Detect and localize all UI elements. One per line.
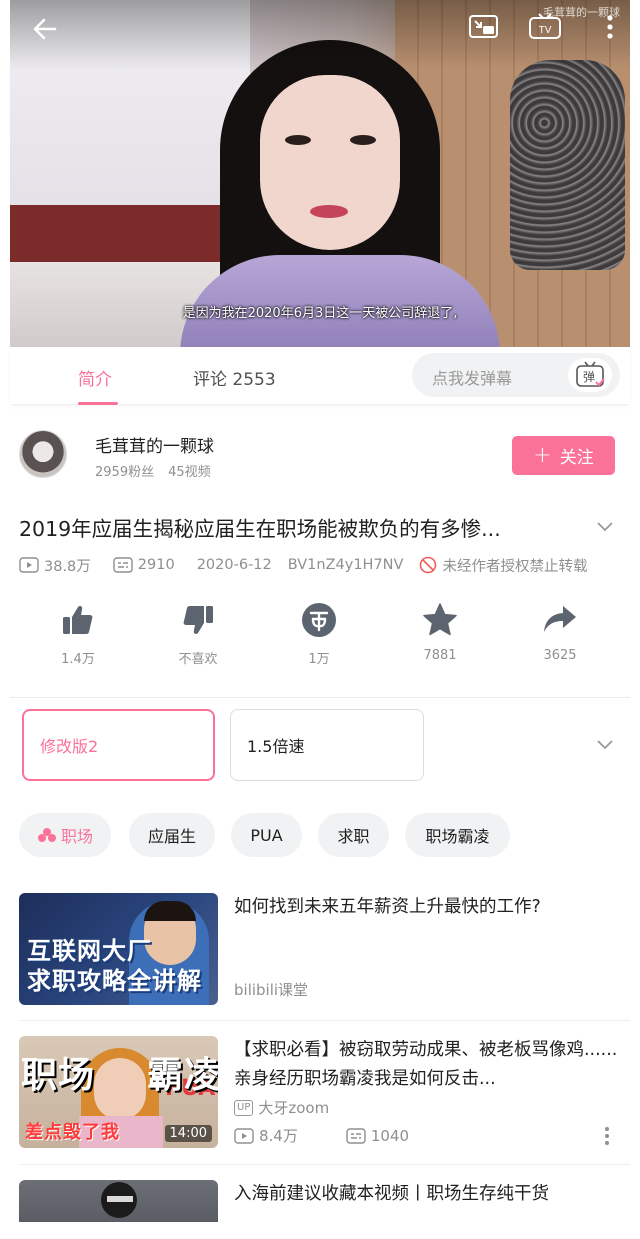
episodes-expand-chevron-icon[interactable] [594, 734, 616, 756]
video-frame-dress-mannequin [510, 60, 625, 270]
dislike-button[interactable]: 不喜欢 [148, 600, 248, 667]
share-count: 3625 [543, 648, 577, 663]
recommended-video-author: 大牙zoom [258, 1099, 330, 1117]
favorite-count: 7881 [423, 648, 457, 663]
more-vertical-icon[interactable] [600, 10, 620, 44]
play-count-icon [19, 557, 39, 573]
active-tab-indicator [78, 402, 118, 405]
view-count: 8.4万 [259, 1127, 298, 1145]
danmaku-placeholder: 点我发弹幕 [432, 369, 513, 388]
tag-item[interactable]: 求职 [318, 813, 389, 857]
tag-item[interactable]: 应届生 [129, 813, 215, 857]
copyright-notice: 未经作者授权禁止转载 [442, 558, 588, 575]
uploader-avatar[interactable] [19, 430, 67, 478]
no-repost-icon [420, 556, 437, 574]
recommended-video-author: bilibili课堂 [234, 981, 309, 999]
tag-item[interactable]: 职场霸凌 [405, 813, 510, 857]
svg-text:TV: TV [539, 25, 552, 36]
tab-intro[interactable]: 简介 [78, 365, 112, 390]
episode-item-selected[interactable]: 修改版2 [22, 709, 215, 781]
view-count: 38.8万 [44, 558, 91, 575]
expand-description-chevron-icon[interactable] [594, 516, 616, 538]
video-meta-row: 38.8万 2910 2020-6-12 BV1nZ4y1H7NV 未经作者授权… [19, 554, 619, 576]
plus-icon: + [533, 443, 552, 468]
list-divider [19, 1164, 630, 1165]
publish-date: 2020-6-12 [196, 557, 272, 573]
dislike-label: 不喜欢 [178, 652, 218, 667]
video-player[interactable]: 毛茸茸的一颗球 是因为我在2020年6月3日这一天被公司辞退了, TV [10, 0, 630, 347]
video-thumbnail[interactable]: 互联网大厂 求职攻略全讲解 [19, 893, 218, 1005]
play-count-icon [234, 1127, 254, 1144]
like-count: 1.4万 [61, 652, 95, 667]
recommended-video[interactable]: PUA 职场 霸凌 差点毁了我 14:00 【求职必看】被窃取劳动成果、被老板骂… [19, 1036, 619, 1148]
coin-count: 1万 [308, 652, 330, 667]
video-subtitle: 是因为我在2020年6月3日这一天被公司辞退了, [182, 306, 458, 321]
video-duration: 14:00 [164, 1125, 212, 1142]
recommended-video-title[interactable]: 【求职必看】被窃取劳动成果、被老板骂像鸡......亲身经历职场霸凌我是如何反击… [234, 1036, 619, 1094]
like-button[interactable]: 1.4万 [28, 600, 128, 667]
video-frame-eye [285, 135, 311, 145]
share-button[interactable]: 3625 [510, 600, 610, 663]
video-frame-lips [310, 205, 348, 218]
thumbnail-caption: 职场 [21, 1055, 96, 1096]
tab-comments[interactable]: 评论 2553 [193, 365, 276, 390]
share-icon [510, 600, 610, 640]
video-thumbnail[interactable]: PUA 职场 霸凌 差点毁了我 14:00 [19, 1036, 218, 1148]
danmaku-input[interactable]: 点我发弹幕 弹 [412, 353, 620, 397]
danmaku-count-icon [113, 557, 133, 573]
coin-icon [269, 600, 369, 640]
recommended-video-title[interactable]: 如何找到未来五年薪资上升最快的工作? [234, 893, 619, 922]
tv-cast-icon[interactable]: TV [528, 13, 562, 41]
video-frame-eye [350, 135, 376, 145]
danmaku-icon-glyph: 弹 [583, 370, 595, 384]
tag-channel[interactable]: 职场 [19, 813, 111, 857]
channel-dots-icon [37, 828, 56, 842]
video-frame-person-dress [180, 255, 500, 347]
recommended-video[interactable]: 互联网大厂 求职攻略全讲解 如何找到未来五年薪资上升最快的工作? bilibil… [19, 893, 619, 1005]
recommended-video-author-row: UP 大牙zoom [234, 1097, 329, 1118]
episode-item[interactable]: 1.5倍速 [230, 709, 424, 781]
video-frame-person-face [260, 75, 400, 250]
thumbnail-caption: 求职攻略全讲解 [27, 967, 202, 995]
recommended-video-stats: 8.4万 1040 [234, 1125, 409, 1146]
list-divider [19, 1020, 630, 1021]
mini-window-icon[interactable] [468, 13, 500, 41]
thumbnail-caption: 差点毁了我 [25, 1122, 120, 1143]
danmaku-toggle-icon[interactable]: 弹 [568, 358, 612, 392]
tag-label: 职场 [60, 827, 93, 846]
thumbnail-caption: 霸凌 [147, 1055, 218, 1096]
bvid[interactable]: BV1nZ4y1H7NV [288, 557, 404, 573]
thumbs-up-icon [28, 600, 128, 640]
follow-button[interactable]: + 关注 [512, 436, 615, 475]
tag-item[interactable]: PUA [231, 813, 302, 857]
star-icon [390, 600, 490, 640]
danmaku-count: 1040 [370, 1126, 410, 1145]
uploader-video-count: 45视频 [168, 465, 211, 480]
uploader-stats: 2959粉丝 45视频 [95, 461, 211, 480]
up-badge: UP [234, 1099, 254, 1116]
recommended-video-title[interactable]: 入海前建议收藏本视频丨职场生存纯干货 [234, 1180, 619, 1209]
follow-label: 关注 [559, 448, 594, 468]
uploader-followers: 2959粉丝 [95, 465, 155, 480]
action-bar: 1.4万 不喜欢 1万 7881 3625 [10, 600, 630, 680]
thumbs-down-icon [148, 600, 248, 640]
danmaku-count-icon [346, 1127, 366, 1144]
detail-tab-bar: 简介 评论 2553 点我发弹幕 弹 [10, 347, 630, 405]
video-thumbnail[interactable] [19, 1180, 218, 1222]
coin-button[interactable]: 1万 [269, 600, 369, 667]
favorite-button[interactable]: 7881 [390, 600, 490, 663]
back-arrow-icon[interactable] [28, 12, 62, 46]
video-title: 2019年应届生揭秘应届生在职场能被欺负的有多惨... [19, 517, 501, 541]
more-vertical-icon[interactable] [603, 1126, 623, 1150]
uploader-name[interactable]: 毛茸茸的一颗球 [95, 432, 214, 457]
recommended-video[interactable]: 入海前建议收藏本视频丨职场生存纯干货 [19, 1180, 619, 1222]
danmaku-count: 2910 [137, 557, 175, 573]
section-divider [10, 697, 630, 698]
